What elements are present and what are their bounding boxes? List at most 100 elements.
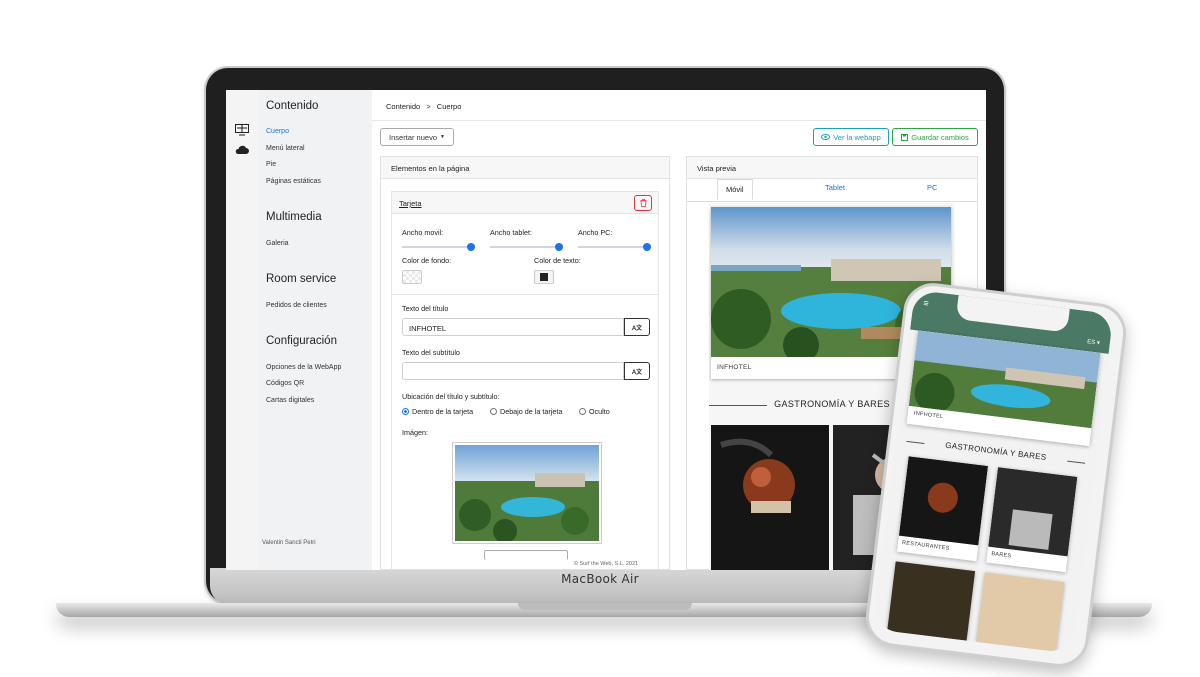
radio-dot — [579, 408, 586, 415]
delete-element-button[interactable] — [634, 195, 652, 211]
tabs-divider — [687, 201, 977, 202]
breadcrumb: Contenido > Cuerpo — [386, 102, 461, 111]
save-changes-label: Guardar cambios — [911, 132, 969, 142]
card-editor-title[interactable]: Tarjeta — [399, 199, 422, 208]
sidebar-item-cuerpo[interactable]: Cuerpo — [266, 128, 289, 135]
sidebar-user-name: Valentin Sancti Petri — [262, 540, 316, 546]
tab-movil[interactable]: Móvil — [717, 179, 753, 200]
card-image-thumbnail[interactable] — [452, 442, 602, 544]
tab-tablet[interactable]: Tablet — [825, 183, 845, 192]
phone-tile-4[interactable] — [976, 572, 1065, 652]
breadcrumb-separator: > — [426, 102, 431, 111]
elements-panel-title: Elementos en la página — [381, 157, 669, 179]
language-selector[interactable]: ES ▾ — [1086, 338, 1100, 347]
view-webapp-label: Ver la webapp — [833, 132, 881, 142]
language-code: ES — [1086, 339, 1096, 347]
sidebar-item-codigos-qr[interactable]: Códigos QR — [266, 380, 304, 387]
phone-screen: ≡ ES ▾ INFHOTEL GASTRONOMÍA Y BARES REST… — [873, 289, 1114, 654]
phone-card-caption: INFHOTEL — [913, 410, 944, 421]
card-divider — [392, 294, 658, 295]
header-divider — [372, 120, 986, 121]
title-position-label: Ubicación del título y subtítulo: — [402, 392, 500, 401]
view-webapp-button[interactable]: Ver la webapp — [813, 128, 889, 146]
text-color-chip — [540, 273, 548, 281]
phone-tile-restaurantes: RESTAURANTES — [901, 540, 950, 552]
icon-rail — [226, 90, 258, 570]
title-text-input[interactable]: INFHOTEL — [402, 318, 624, 336]
width-mobile-knob[interactable] — [467, 243, 475, 251]
caret-down-icon: ▼ — [440, 134, 445, 140]
text-color-label: Color de texto: — [534, 256, 581, 265]
text-color-swatch[interactable] — [534, 270, 554, 284]
food-dish — [926, 480, 960, 515]
width-mobile-label: Ancho movil: — [402, 228, 444, 237]
phone-tile-3[interactable] — [887, 561, 976, 641]
preview-tabs: Móvil Tablet PC — [687, 179, 977, 201]
floppy-icon — [901, 133, 909, 141]
change-image-button[interactable] — [484, 550, 568, 560]
position-below-radio[interactable]: Debajo de la tarjeta — [490, 407, 562, 416]
tab-pc[interactable]: PC — [927, 183, 937, 192]
sidebar-section-contenido: Contenido — [266, 100, 319, 112]
title-text-label: Texto del título — [402, 304, 449, 313]
drink-glass — [1008, 509, 1053, 550]
sidebar-item-paginas-estaticas[interactable]: Páginas estáticas — [266, 178, 321, 185]
radio-dot — [402, 408, 409, 415]
preview-card-caption: INFHOTEL — [717, 364, 752, 371]
phone-restaurant-tile[interactable]: RESTAURANTES — [896, 456, 989, 562]
breadcrumb-root[interactable]: Contenido — [386, 102, 420, 111]
food-image — [720, 438, 795, 513]
image-label: Imágen: — [402, 428, 428, 437]
subtitle-text-input[interactable] — [402, 362, 624, 380]
width-pc-knob[interactable] — [643, 243, 651, 251]
radio-dot — [490, 408, 497, 415]
phone-bar-tile[interactable]: BARES — [986, 467, 1078, 573]
cloud-icon[interactable] — [235, 144, 249, 156]
position-inside-radio[interactable]: Dentro de la tarjeta — [402, 407, 473, 416]
preview-panel-title: Vista previa — [687, 157, 977, 179]
position-inside-label: Dentro de la tarjeta — [412, 407, 474, 416]
card-editor: Tarjeta Ancho movil: Ancho tablet: Ancho… — [391, 191, 659, 570]
save-changes-button[interactable]: Guardar cambios — [892, 128, 978, 146]
width-tablet-label: Ancho tablet: — [490, 228, 532, 237]
sidebar-section-room-service: Room service — [266, 273, 337, 285]
sidebar-item-galeria[interactable]: Galeria — [266, 240, 289, 247]
insert-new-label: Insertar nuevo — [389, 132, 437, 142]
width-tablet-knob[interactable] — [555, 243, 563, 251]
laptop-notch — [518, 603, 692, 610]
sidebar-item-pedidos[interactable]: Pedidos de clientes — [266, 302, 327, 309]
dashboard-icon[interactable] — [235, 124, 249, 136]
bg-color-label: Color de fondo: — [402, 256, 452, 265]
subtitle-text-label: Texto del subtítulo — [402, 348, 460, 357]
sidebar-section-configuracion: Configuración — [266, 335, 337, 347]
translate-subtitle-button[interactable]: A文 — [624, 362, 650, 380]
phone-tile-bares: BARES — [990, 551, 1012, 560]
bg-color-swatch[interactable] — [402, 270, 422, 284]
elements-panel: Elementos en la página Tarjeta Ancho mov… — [380, 156, 670, 570]
width-pc-label: Ancho PC: — [578, 228, 613, 237]
resort-image — [455, 445, 599, 543]
translate-title-button[interactable]: A文 — [624, 318, 650, 336]
width-pc-slider[interactable] — [578, 243, 651, 251]
trash-icon — [640, 199, 646, 207]
laptop-screen: Contenido Cuerpo Menú lateral Pie Página… — [226, 90, 986, 570]
sidebar-item-opciones[interactable]: Opciones de la WebApp — [266, 364, 341, 371]
position-below-label: Debajo de la tarjeta — [500, 407, 563, 416]
card-editor-header[interactable]: Tarjeta — [392, 192, 658, 214]
sidebar-section-multimedia: Multimedia — [266, 211, 322, 223]
sidebar-item-cartas[interactable]: Cartas digitales — [266, 397, 314, 404]
preview-restaurant-tile[interactable] — [711, 425, 829, 570]
position-hidden-radio[interactable]: Oculto — [579, 407, 610, 416]
width-tablet-slider[interactable] — [490, 243, 563, 251]
eye-icon — [821, 134, 831, 140]
phone-food-image — [898, 456, 989, 546]
insert-new-dropdown[interactable]: Insertar nuevo ▼ — [380, 128, 454, 146]
phone-mockup: ≡ ES ▾ INFHOTEL GASTRONOMÍA Y BARES REST… — [862, 279, 1130, 671]
sidebar-item-menu-lateral[interactable]: Menú lateral — [266, 145, 305, 152]
sidebar-item-pie[interactable]: Pie — [266, 161, 276, 168]
position-hidden-label: Oculto — [589, 407, 610, 416]
sidebar: Contenido Cuerpo Menú lateral Pie Página… — [258, 90, 372, 570]
breadcrumb-current: Cuerpo — [436, 102, 462, 111]
phone-drink-image — [988, 467, 1078, 557]
width-mobile-slider[interactable] — [402, 243, 475, 251]
